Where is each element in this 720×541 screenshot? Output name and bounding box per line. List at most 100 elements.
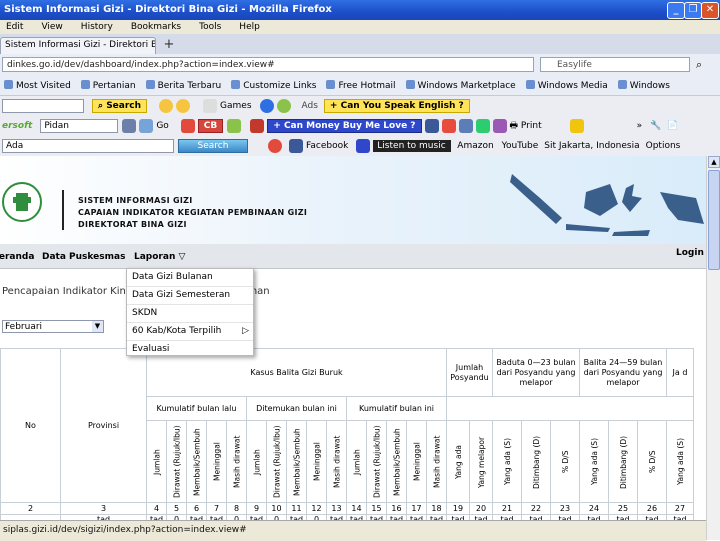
dropdown-item-data-gizi-semesteran[interactable]: Data Gizi Semesteran: [127, 287, 253, 305]
site-title-line2: CAPAIAN INDIKATOR KEGIATAN PEMBINAAN GIZ…: [78, 208, 308, 217]
toolbar2-input[interactable]: Pidan: [40, 119, 119, 133]
dropdown-item-data-gizi-bulanan[interactable]: Data Gizi Bulanan: [127, 269, 253, 287]
col-header-rotated: Masih dirawat: [426, 420, 447, 503]
menu-history[interactable]: History: [81, 22, 113, 32]
nav-data-puskesmas[interactable]: Data Puskesmas: [42, 252, 125, 262]
dropdown-item-skdn[interactable]: SKDN: [127, 305, 253, 323]
url-bar[interactable]: dinkes.go.id/dev/dashboard/index.php?act…: [2, 57, 534, 72]
mail-icon[interactable]: [180, 119, 195, 133]
col-header-rotated: Yang ada (S): [579, 420, 609, 503]
print-button[interactable]: 🖶 Print: [510, 118, 542, 134]
dropdown-item-evaluasi[interactable]: Evaluasi: [127, 341, 253, 358]
col-kumulatif-ini: Kumulatif bulan ini: [346, 396, 447, 421]
search-button[interactable]: ⌕ Search: [92, 99, 148, 113]
options-button[interactable]: Options: [646, 141, 681, 151]
speak-english-button[interactable]: + Can You Speak English ?: [323, 99, 470, 113]
search-icon[interactable]: [139, 119, 154, 133]
chat-icon[interactable]: [458, 119, 473, 133]
col-number: 4: [146, 502, 167, 515]
ads-label: Ads: [301, 101, 318, 111]
make-money-button[interactable]: + Can Money Buy Me Love ?: [267, 119, 422, 133]
col-header-rotated: Membaik/Sembuh: [386, 420, 407, 503]
smiley-icon[interactable]: [159, 99, 174, 113]
menu-view[interactable]: View: [41, 22, 62, 32]
nav-beranda[interactable]: Beranda: [0, 252, 34, 262]
bookmark-marketplace[interactable]: Windows Marketplace: [405, 80, 516, 91]
col-header-rotated: Yang ada (S): [492, 420, 522, 503]
col-header-rotated: Masih dirawat: [326, 420, 347, 503]
facebook-icon[interactable]: [289, 139, 303, 153]
more-chevrons-icon[interactable]: »: [637, 121, 643, 131]
month-select[interactable]: Februari ▼: [2, 320, 104, 333]
wrench-icon[interactable]: 🔧: [650, 121, 661, 131]
video-icon[interactable]: [441, 119, 456, 133]
toolbar3-input[interactable]: Ada: [2, 139, 174, 153]
web-icon[interactable]: [259, 99, 274, 113]
smiley-icon[interactable]: [176, 99, 191, 113]
col-header-rotated: Dirawat (Rujuk/Ibu): [166, 420, 187, 503]
bookmark-media[interactable]: Windows Media: [525, 80, 608, 91]
games-button[interactable]: Games: [220, 101, 251, 111]
menu-tools[interactable]: Tools: [199, 22, 221, 32]
news-icon[interactable]: [492, 119, 507, 133]
restore-button[interactable]: ❐: [684, 2, 702, 19]
navigation-bar: dinkes.go.id/dev/dashboard/index.php?act…: [0, 54, 720, 76]
bookmark-pertanian[interactable]: Pertanian: [80, 80, 136, 91]
menu-edit[interactable]: Edit: [6, 22, 23, 32]
indonesia-map-icon: [510, 174, 704, 236]
scroll-up-icon[interactable]: ▲: [708, 156, 720, 168]
search-icon[interactable]: ⌕: [696, 58, 702, 72]
col-provinsi: Provinsi: [60, 348, 147, 503]
bookmark-hotmail[interactable]: Free Hotmail: [326, 80, 396, 91]
vertical-scrollbar[interactable]: ▲: [706, 156, 720, 540]
tab-active[interactable]: Sistem Informasi Gizi - Direktori Bina G…: [0, 37, 156, 54]
go-button[interactable]: Go: [156, 121, 168, 131]
bookmark-customize[interactable]: Customize Links: [231, 80, 316, 91]
badge-icon[interactable]: [569, 119, 584, 133]
pdf-icon[interactable]: 📄: [667, 121, 678, 131]
col-number: 5: [166, 502, 187, 515]
search-button-blue[interactable]: Search: [178, 139, 248, 153]
listen-music-field[interactable]: Listen to music: [373, 140, 452, 152]
submenu-arrow-icon: ▷: [242, 326, 249, 336]
col-number: 19: [446, 502, 470, 515]
col-number: 9: [246, 502, 267, 515]
col-balita: Balita 24—59 bulan dari Posyandu yang me…: [579, 348, 667, 397]
col-header-rotated: Meninggal: [406, 420, 427, 503]
menu-help[interactable]: Help: [239, 22, 260, 32]
dropdown-icon[interactable]: [122, 119, 137, 133]
photo-icon[interactable]: [475, 119, 490, 133]
bookmark-windows[interactable]: Windows: [617, 80, 670, 91]
close-button[interactable]: ✕: [701, 2, 719, 19]
flag-icon[interactable]: [250, 119, 265, 133]
radio-button[interactable]: Sit Jakarta, Indonesia: [544, 141, 639, 151]
status-text: siplas.gizi.id/dev/sigizi/index.php?acti…: [3, 525, 247, 535]
bookmark-most-visited[interactable]: Most Visited: [4, 80, 71, 91]
bookmark-icon: [80, 80, 90, 89]
youtube-button[interactable]: YouTube: [502, 141, 539, 151]
search-field[interactable]: Easylife: [540, 57, 690, 72]
facebook-icon[interactable]: [424, 119, 439, 133]
play-icon[interactable]: [356, 139, 371, 153]
col-number: 7: [206, 502, 227, 515]
nav-laporan[interactable]: Laporan ▽: [134, 252, 185, 262]
login-link[interactable]: Login: [676, 248, 704, 258]
dropdown-item-60-kab-kota[interactable]: 60 Kab/Kota Terpilih ▷: [127, 323, 253, 341]
minimize-button[interactable]: _: [667, 2, 685, 19]
toolbar1-input[interactable]: [2, 99, 84, 113]
col-header-rotated: Meninggal: [206, 420, 227, 503]
tool-icon[interactable]: [227, 119, 242, 133]
col-number: 24: [579, 502, 609, 515]
facebook-button[interactable]: Facebook: [306, 141, 348, 151]
new-tab-button[interactable]: +: [160, 37, 178, 53]
ask-icon[interactable]: [268, 139, 282, 153]
amazon-button[interactable]: Amazon: [457, 141, 493, 151]
myweb-icon[interactable]: [276, 99, 291, 113]
menu-bookmarks[interactable]: Bookmarks: [131, 22, 181, 32]
status-bar: siplas.gizi.id/dev/sigizi/index.php?acti…: [0, 520, 706, 541]
bookmark-berita[interactable]: Berita Terbaru: [145, 80, 221, 91]
col-number: 16: [386, 502, 407, 515]
scrollbar-thumb[interactable]: [708, 170, 720, 270]
header-divider: [62, 190, 64, 230]
cb-button[interactable]: CB: [197, 119, 224, 133]
